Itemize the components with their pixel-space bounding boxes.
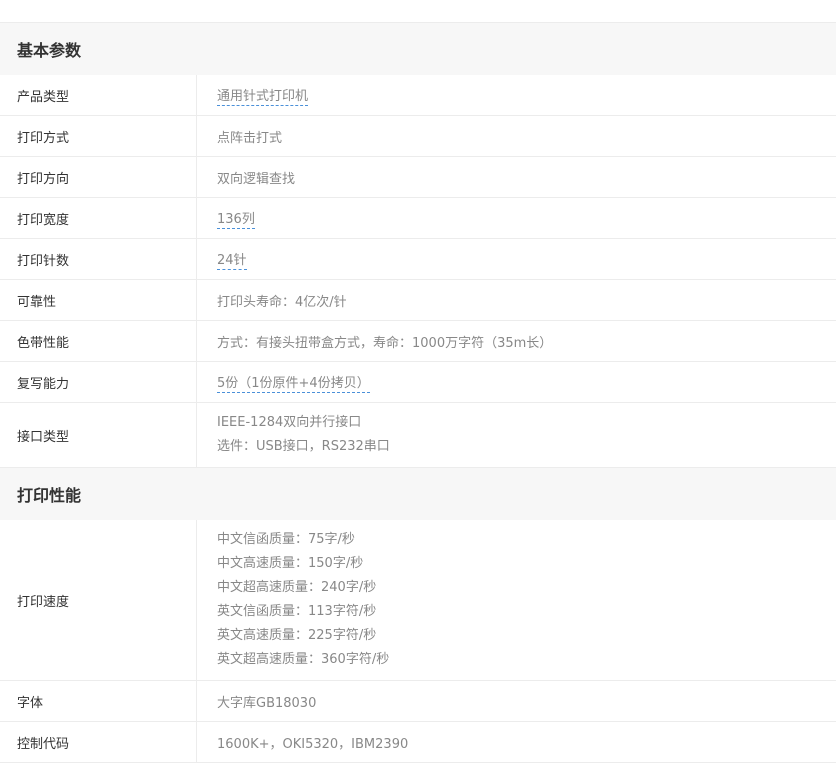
top-spacer (0, 0, 836, 23)
spec-label: 打印宽度 (0, 198, 197, 238)
spec-value: 双向逻辑查找 (197, 157, 836, 197)
spec-value-line: 选件：USB接口，RS232串口 (217, 439, 390, 454)
spec-value: 大字库GB18030 (197, 681, 836, 721)
spec-value-line: 英文高速质量：225字符/秒 (217, 628, 377, 643)
spec-value: 通用针式打印机 (197, 75, 836, 115)
spec-value: 方式：有接头扭带盒方式，寿命：1000万字符（35m长） (197, 321, 836, 361)
spec-value: 1600K+，OKI5320，IBM2390 (197, 722, 836, 762)
spec-row-print-direction: 打印方向 双向逻辑查找 (0, 157, 836, 198)
spec-label: 打印速度 (0, 520, 197, 680)
spec-value-text: 1600K+，OKI5320，IBM2390 (217, 736, 409, 752)
spec-value-line: IEEE-1284双向并行接口 (217, 415, 362, 430)
spec-value: 打印头寿命：4亿次/针 (197, 280, 836, 320)
spec-value-text: 点阵击打式 (217, 130, 283, 146)
spec-value-link[interactable]: 136列 (217, 208, 255, 229)
spec-row-ribbon: 色带性能 方式：有接头扭带盒方式，寿命：1000万字符（35m长） (0, 321, 836, 362)
spec-label: 控制代码 (0, 722, 197, 762)
spec-value-text: 方式：有接头扭带盒方式，寿命：1000万字符（35m长） (217, 335, 553, 351)
spec-value-line: 中文高速质量：150字/秒 (217, 556, 364, 571)
spec-value-line: 中文超高速质量：240字/秒 (217, 580, 377, 595)
spec-value-link[interactable]: 5份（1份原件+4份拷贝） (217, 372, 370, 393)
spec-label: 字体 (0, 681, 197, 721)
spec-value: 5份（1份原件+4份拷贝） (197, 362, 836, 402)
spec-value: 136列 (197, 198, 836, 238)
spec-value-link[interactable]: 24针 (217, 249, 247, 270)
spec-table: 基本参数 产品类型 通用针式打印机 打印方式 点阵击打式 打印方向 双向逻辑查找… (0, 0, 836, 763)
spec-value: IEEE-1284双向并行接口 选件：USB接口，RS232串口 (197, 403, 836, 467)
spec-row-copy-capability: 复写能力 5份（1份原件+4份拷贝） (0, 362, 836, 403)
spec-value-line: 英文信函质量：113字符/秒 (217, 604, 377, 619)
spec-value: 中文信函质量：75字/秒 中文高速质量：150字/秒 中文超高速质量：240字/… (197, 520, 836, 680)
spec-label: 接口类型 (0, 403, 197, 467)
spec-value-line: 英文超高速质量：360字符/秒 (217, 652, 390, 667)
spec-row-print-method: 打印方式 点阵击打式 (0, 116, 836, 157)
spec-label: 打印针数 (0, 239, 197, 279)
spec-label: 复写能力 (0, 362, 197, 402)
spec-value: 点阵击打式 (197, 116, 836, 156)
spec-row-interface: 接口类型 IEEE-1284双向并行接口 选件：USB接口，RS232串口 (0, 403, 836, 468)
spec-label: 色带性能 (0, 321, 197, 361)
spec-row-font: 字体 大字库GB18030 (0, 681, 836, 722)
spec-value: 24针 (197, 239, 836, 279)
spec-value-line: 中文信函质量：75字/秒 (217, 532, 355, 547)
spec-value-text: 打印头寿命：4亿次/针 (217, 294, 347, 310)
spec-row-product-type: 产品类型 通用针式打印机 (0, 75, 836, 116)
spec-label: 产品类型 (0, 75, 197, 115)
spec-row-reliability: 可靠性 打印头寿命：4亿次/针 (0, 280, 836, 321)
spec-row-print-speed: 打印速度 中文信函质量：75字/秒 中文高速质量：150字/秒 中文超高速质量：… (0, 520, 836, 681)
spec-row-print-width: 打印宽度 136列 (0, 198, 836, 239)
spec-row-pin-count: 打印针数 24针 (0, 239, 836, 280)
spec-value-text: 大字库GB18030 (217, 695, 317, 711)
spec-value-text: 双向逻辑查找 (217, 171, 296, 187)
spec-row-control-code: 控制代码 1600K+，OKI5320，IBM2390 (0, 722, 836, 763)
section-header-basic: 基本参数 (0, 23, 836, 75)
spec-label: 打印方向 (0, 157, 197, 197)
spec-value-link[interactable]: 通用针式打印机 (217, 85, 309, 106)
spec-label: 可靠性 (0, 280, 197, 320)
spec-label: 打印方式 (0, 116, 197, 156)
section-header-performance: 打印性能 (0, 468, 836, 520)
